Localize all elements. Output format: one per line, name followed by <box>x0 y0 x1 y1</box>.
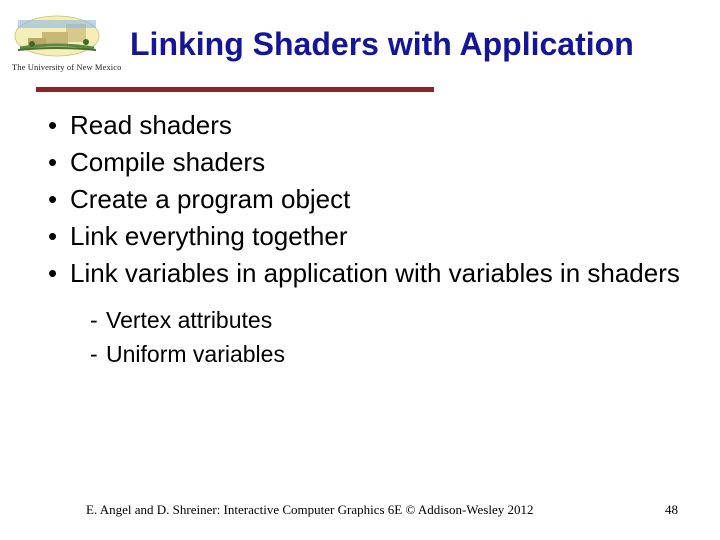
sub-bullet-item: Uniform variables <box>90 339 680 370</box>
bullet-item: Read shaders <box>48 108 680 143</box>
sub-bullet-list: Vertex attributes Uniform variables <box>90 305 680 369</box>
footer: E. Angel and D. Shreiner: Interactive Co… <box>0 500 720 518</box>
bullet-item: Link variables in application with varia… <box>48 256 680 291</box>
title-underline <box>36 87 434 92</box>
footer-citation: E. Angel and D. Shreiner: Interactive Co… <box>86 502 533 518</box>
sub-bullet-item: Vertex attributes <box>90 305 680 336</box>
slide-title: Linking Shaders with Application <box>130 26 700 63</box>
page-number: 48 <box>665 502 678 518</box>
slide: The University of New Mexico Linking Sha… <box>0 0 720 540</box>
bullet-item: Compile shaders <box>48 145 680 180</box>
slide-body: Read shaders Compile shaders Create a pr… <box>48 108 680 372</box>
logo-caption: The University of New Mexico <box>12 62 102 72</box>
unm-logo: The University of New Mexico <box>12 12 102 72</box>
unm-logo-image <box>12 12 102 60</box>
bullet-item: Create a program object <box>48 182 680 217</box>
bullet-item: Link everything together <box>48 219 680 254</box>
bullet-list: Read shaders Compile shaders Create a pr… <box>48 108 680 291</box>
